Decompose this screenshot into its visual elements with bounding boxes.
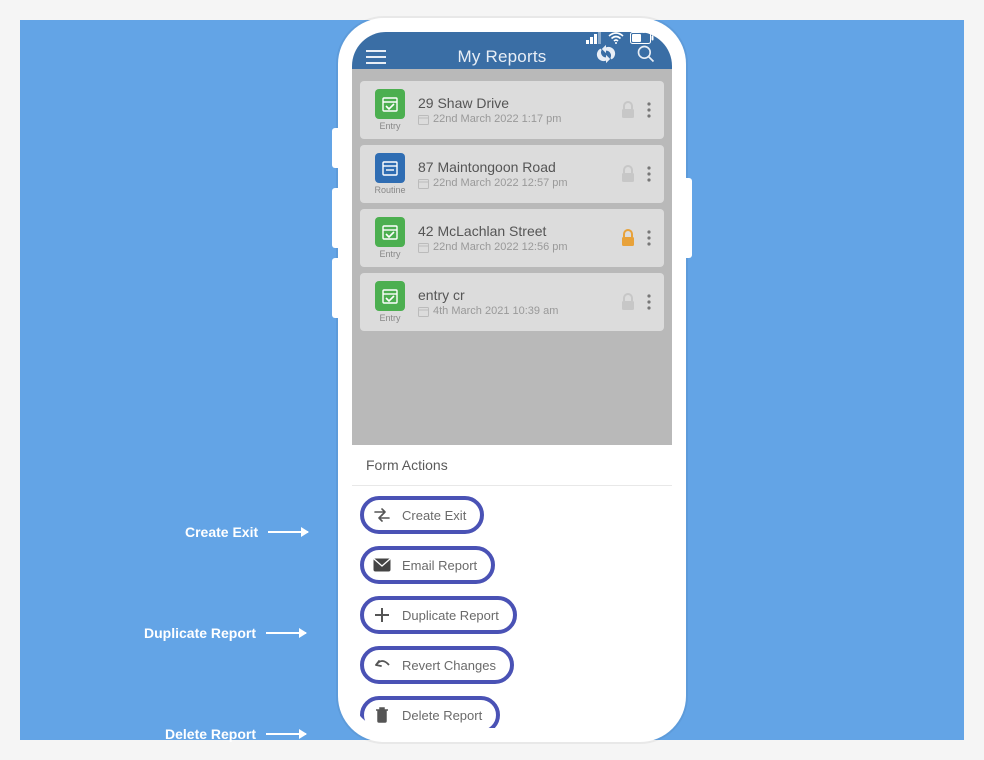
- report-title: entry cr: [418, 287, 616, 303]
- hamburger-icon: [366, 50, 386, 64]
- more-vertical-icon: [647, 166, 651, 182]
- swap-icon: [372, 506, 392, 524]
- report-row[interactable]: Entry 42 McLachlan Street 22nd March 2022 …: [360, 209, 664, 267]
- calendar-icon: [418, 178, 429, 189]
- report-date: 22nd March 2022 1:17 pm: [433, 113, 561, 125]
- phone-button-right: [686, 178, 692, 258]
- form-actions-heading: Form Actions: [352, 445, 672, 486]
- phone-button-left: [332, 188, 338, 248]
- delete-report-button[interactable]: Delete Report: [360, 696, 500, 728]
- status-bar: [352, 32, 672, 44]
- canvas-background: Create Exit Duplicate Report Delete Repo…: [20, 20, 964, 740]
- lock-icon: [616, 293, 640, 311]
- report-type-icon: [375, 217, 405, 247]
- search-button[interactable]: [636, 44, 656, 69]
- report-type-label: Entry: [379, 249, 400, 259]
- annotation-duplicate-report: Duplicate Report: [144, 625, 306, 641]
- report-type-label: Routine: [374, 185, 405, 195]
- signal-icon: [586, 32, 602, 44]
- mail-icon: [372, 556, 392, 574]
- lock-icon: [616, 229, 640, 247]
- sync-button[interactable]: [596, 44, 616, 69]
- page-title: My Reports: [408, 47, 596, 67]
- sync-icon: [596, 44, 616, 64]
- calendar-icon: [418, 242, 429, 253]
- arrow-icon: [268, 531, 308, 533]
- email-report-button[interactable]: Email Report: [360, 546, 495, 584]
- annotation-create-exit: Create Exit: [185, 524, 308, 540]
- undo-icon: [372, 656, 392, 674]
- lock-icon: [616, 101, 640, 119]
- report-date: 22nd March 2022 12:57 pm: [433, 177, 568, 189]
- battery-icon: [630, 32, 654, 44]
- lock-icon: [616, 165, 640, 183]
- arrow-icon: [266, 733, 306, 735]
- action-label: Revert Changes: [402, 658, 496, 673]
- report-row[interactable]: Routine 87 Maintongoon Road 22nd March 202…: [360, 145, 664, 203]
- arrow-icon: [266, 632, 306, 634]
- report-title: 42 McLachlan Street: [418, 223, 616, 239]
- report-date: 22nd March 2022 12:56 pm: [433, 241, 568, 253]
- create-exit-button[interactable]: Create Exit: [360, 496, 484, 534]
- report-type-label: Entry: [379, 121, 400, 131]
- report-type-icon: [375, 153, 405, 183]
- more-button[interactable]: [640, 294, 658, 310]
- app-header: My Reports: [352, 44, 672, 69]
- action-label: Create Exit: [402, 508, 466, 523]
- calendar-icon: [418, 306, 429, 317]
- action-label: Email Report: [402, 558, 477, 573]
- more-button[interactable]: [640, 230, 658, 246]
- wifi-icon: [608, 32, 624, 44]
- annotation-label: Duplicate Report: [144, 625, 256, 641]
- search-icon: [636, 44, 656, 64]
- annotation-label: Delete Report: [165, 726, 256, 742]
- report-title: 87 Maintongoon Road: [418, 159, 616, 175]
- revert-changes-button[interactable]: Revert Changes: [360, 646, 514, 684]
- more-button[interactable]: [640, 102, 658, 118]
- action-label: Duplicate Report: [402, 608, 499, 623]
- more-button[interactable]: [640, 166, 658, 182]
- report-title: 29 Shaw Drive: [418, 95, 616, 111]
- duplicate-report-button[interactable]: Duplicate Report: [360, 596, 517, 634]
- report-row[interactable]: Entry entry cr 4th March 2021 10:39 am: [360, 273, 664, 331]
- annotation-label: Create Exit: [185, 524, 258, 540]
- report-row[interactable]: Entry 29 Shaw Drive 22nd March 2022 1:17 p…: [360, 81, 664, 139]
- report-type-icon: [375, 89, 405, 119]
- action-label: Delete Report: [402, 708, 482, 723]
- report-date: 4th March 2021 10:39 am: [433, 305, 558, 317]
- more-vertical-icon: [647, 102, 651, 118]
- report-type-icon: [375, 281, 405, 311]
- phone-screen: My Reports: [352, 32, 672, 728]
- phone-button-left: [332, 128, 338, 168]
- more-vertical-icon: [647, 230, 651, 246]
- report-list-dimmed: Entry 29 Shaw Drive 22nd March 2022 1:17 p…: [352, 69, 672, 445]
- calendar-icon: [418, 114, 429, 125]
- plus-icon: [372, 606, 392, 624]
- report-type-label: Entry: [379, 313, 400, 323]
- annotation-delete-report: Delete Report: [165, 726, 306, 742]
- menu-button[interactable]: [362, 50, 390, 64]
- phone-frame: My Reports: [338, 18, 686, 742]
- phone-button-left: [332, 258, 338, 318]
- trash-icon: [372, 706, 392, 724]
- more-vertical-icon: [647, 294, 651, 310]
- form-actions-list: Create Exit Email Report Duplicate Repor…: [352, 486, 672, 728]
